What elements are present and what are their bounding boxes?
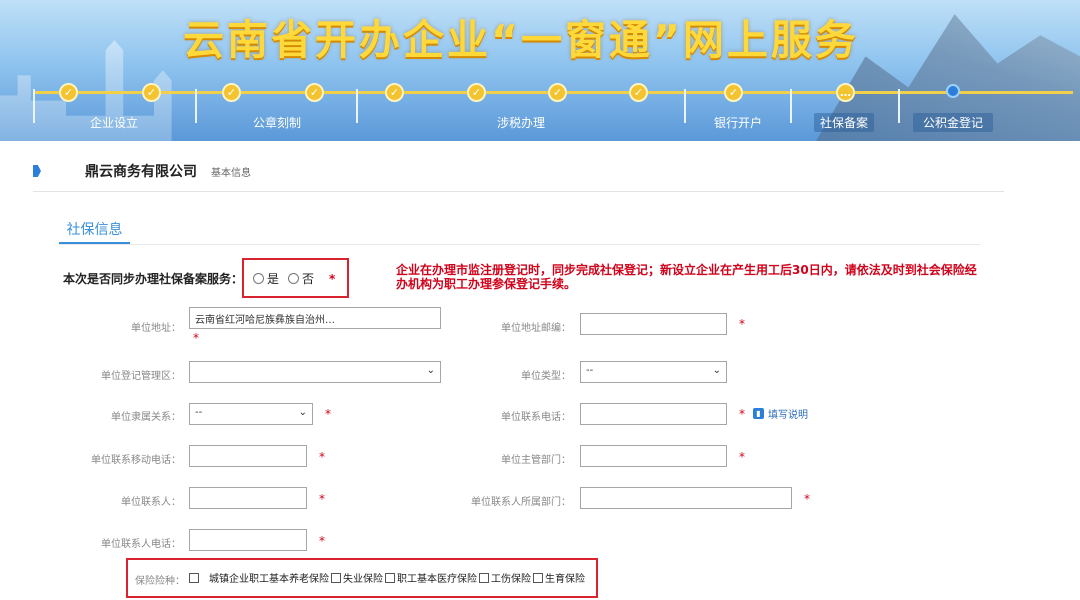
chevron-down-icon: ⌄ [712,365,721,376]
divider [59,244,980,245]
label-mobile: 单位联系移动电话： [91,455,181,466]
insurance-option-label[interactable]: 职工基本医疗保险 [397,570,477,585]
required-mark: * [319,450,325,464]
label-postcode: 单位地址邮编： [501,323,571,334]
header-banner: 云南省开办企业“一窗通”网上服务 ✓ ✓ ✓ ✓ ✓ ✓ ✓ ✓ ✓ … 企业设… [0,0,1080,141]
current-step-marker-icon [946,84,960,98]
unit-type-select[interactable]: -- ⌄ [580,361,727,383]
checkbox[interactable] [479,572,489,583]
step-done-check-icon: ✓ [142,83,161,102]
label-affiliation: 单位隶属关系： [111,412,181,423]
chevron-down-icon: ⌄ [298,407,307,418]
highlight-box [242,258,349,298]
company-header: 鼎云商务有限公司 基本信息 [33,160,251,182]
step-done-check-icon: ✓ [467,83,486,102]
insurance-option[interactable]: 失业保险 [331,570,383,585]
required-mark: * [193,331,199,345]
insurance-option[interactable]: 职工基本医疗保险 [385,570,477,585]
label-contact: 单位联系人： [121,497,181,508]
step-done-check-icon: ✓ [629,83,648,102]
checkbox[interactable] [331,572,341,583]
insurance-option-label[interactable]: 失业保险 [343,570,383,585]
step-label-seal[interactable]: 公章刻制 [247,113,307,132]
affiliation-select[interactable]: -- ⌄ [189,403,313,425]
insurance-option[interactable]: 生育保险 [533,570,585,585]
step-label-housing-fund[interactable]: 公积金登记 [913,113,993,132]
required-mark: * [319,492,325,506]
timeline-tick [33,89,35,123]
label-contact-department: 单位联系人所属部门： [471,497,571,508]
step-in-progress-icon: … [836,83,855,102]
insurance-checkbox-list: 城镇企业职工基本养老保险 失业保险 职工基本医疗保险 工伤保险 生育保险 [189,570,587,585]
checkbox[interactable] [385,572,395,583]
checkbox[interactable] [189,572,199,583]
timeline-tick [195,89,197,123]
chevron-down-icon: ⌄ [426,365,435,376]
book-icon: ▮ [753,408,764,419]
phone-input[interactable] [580,403,727,425]
label-contact-phone: 单位联系人电话： [101,539,181,550]
timeline-tick [898,89,900,123]
insurance-option-label[interactable]: 城镇企业职工基本养老保险 [209,570,329,585]
required-mark: * [804,492,810,506]
label-department: 单位主管部门： [501,455,571,466]
required-mark: * [319,534,325,548]
insurance-option-label[interactable]: 工伤保险 [491,570,531,585]
postcode-input[interactable] [580,313,727,335]
banner-title: 云南省开办企业“一窗通”网上服务 [183,16,859,64]
required-mark: * [325,407,331,421]
insurance-option[interactable]: 工伤保险 [479,570,531,585]
registration-area-select[interactable]: ⌄ [189,361,441,383]
tab-social-security-info[interactable]: 社保信息 [59,219,130,243]
contact-department-input[interactable] [580,487,792,509]
label-address: 单位地址： [131,323,181,334]
label-phone: 单位联系电话： [501,412,571,423]
address-input[interactable]: 云南省红河哈尼族彝族自治州… [189,307,441,329]
label-registration-area: 单位登记管理区： [101,371,181,382]
step-done-check-icon: ✓ [385,83,404,102]
help-link[interactable]: ▮ 填写说明 [753,406,808,421]
unit-type-value: -- [586,365,594,376]
step-done-check-icon: ✓ [305,83,324,102]
timeline-tick [790,89,792,123]
step-label-company-setup[interactable]: 企业设立 [84,113,144,132]
step-done-check-icon: ✓ [59,83,78,102]
notice-text: 企业在办理市监注册登记时，同步完成社保登记；新设立企业在产生用工后30日内，请依… [396,263,977,291]
company-subtitle: 基本信息 [211,167,251,179]
step-done-check-icon: ✓ [222,83,241,102]
divider [33,191,1004,192]
label-unit-type: 单位类型： [521,371,571,382]
contact-phone-input[interactable] [189,529,307,551]
company-name: 鼎云商务有限公司 [85,164,197,180]
affiliation-value: -- [195,407,203,418]
required-mark: * [739,407,745,421]
insurance-option[interactable]: 城镇企业职工基本养老保险 [189,570,329,585]
mobile-input[interactable] [189,445,307,467]
step-done-check-icon: ✓ [724,83,743,102]
required-mark: * [739,450,745,464]
step-done-check-icon: ✓ [548,83,567,102]
department-input[interactable] [580,445,727,467]
help-link-text[interactable]: 填写说明 [768,406,808,421]
sync-question-label: 本次是否同步办理社保备案服务： [63,272,244,286]
required-mark: * [739,317,745,331]
flag-icon [33,165,41,177]
timeline-tick [684,89,686,123]
insurance-option-label[interactable]: 生育保险 [545,570,585,585]
step-label-social-security[interactable]: 社保备案 [814,113,875,132]
checkbox[interactable] [533,572,543,583]
insurance-label: 保险险种： [135,576,185,587]
step-label-tax[interactable]: 涉税办理 [491,113,551,132]
step-label-bank[interactable]: 银行开户 [708,113,768,132]
timeline-tick [356,89,358,123]
contact-input[interactable] [189,487,307,509]
